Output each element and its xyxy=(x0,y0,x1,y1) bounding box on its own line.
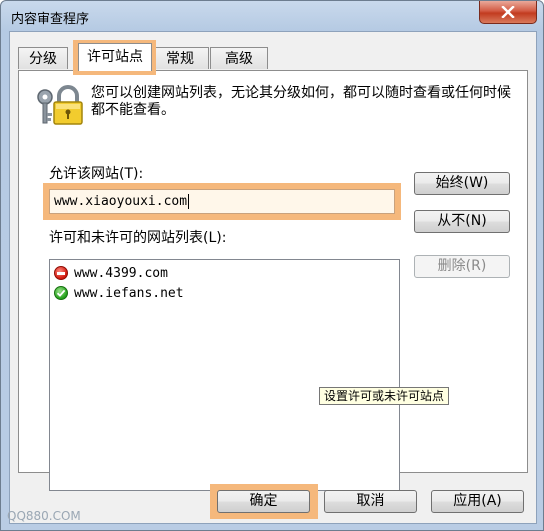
title-bar[interactable]: 内容审查程序 xyxy=(1,1,543,31)
tooltip: 设置许可或未许可站点 xyxy=(319,387,450,405)
lock-keys-icon xyxy=(35,83,87,127)
tab-advanced[interactable]: 高级 xyxy=(210,47,268,69)
window-title: 内容审查程序 xyxy=(11,12,90,27)
description-text: 您可以创建网站列表，无论其分级如何，都可以随时查看或任何时候都不能查看。 xyxy=(91,85,511,118)
site-list-label: 许可和未许可的网站列表(L): xyxy=(49,230,227,246)
tab-ratings[interactable]: 分级 xyxy=(18,47,68,69)
site-url-input[interactable]: www.xiaoyouxi.com xyxy=(49,189,395,214)
cancel-button[interactable]: 取消 xyxy=(324,490,417,513)
close-icon xyxy=(501,6,515,18)
close-button[interactable] xyxy=(479,1,537,24)
site-list[interactable]: www.4399.com www.iefans.net xyxy=(49,259,400,491)
dialog-client: 分级 许可站点 常规 高级 您可以创建网站列表，无论其分级如何，都可以随时查看或… xyxy=(9,31,537,524)
allowed-icon xyxy=(54,286,68,300)
never-button[interactable]: 从不(N) xyxy=(414,210,510,233)
tab-general[interactable]: 常规 xyxy=(151,47,209,69)
approved-sites-panel: 您可以创建网站列表，无论其分级如何，都可以随时查看或任何时候都不能查看。 允许该… xyxy=(18,70,528,491)
blocked-icon xyxy=(54,266,68,280)
list-item[interactable]: www.4399.com xyxy=(54,264,168,282)
list-item[interactable]: www.iefans.net xyxy=(54,284,184,302)
always-button[interactable]: 始终(W) xyxy=(414,172,510,195)
dialog-window: 内容审查程序 分级 许可站点 常规 高级 您可以创建网站列表，无论其分级如何，都… xyxy=(0,0,544,531)
site-input-label: 允许该网站(T): xyxy=(49,166,144,182)
site-url: www.iefans.net xyxy=(74,285,184,301)
apply-button[interactable]: 应用(A) xyxy=(431,490,524,513)
site-url: www.4399.com xyxy=(74,265,168,281)
watermark: QQ880.COM xyxy=(7,509,81,523)
site-url-value: www.xiaoyouxi.com xyxy=(54,194,188,209)
tab-approved-sites[interactable]: 许可站点 xyxy=(78,43,152,71)
text-caret xyxy=(188,194,190,209)
remove-button[interactable]: 删除(R) xyxy=(414,255,510,278)
ok-button[interactable]: 确定 xyxy=(217,490,310,513)
